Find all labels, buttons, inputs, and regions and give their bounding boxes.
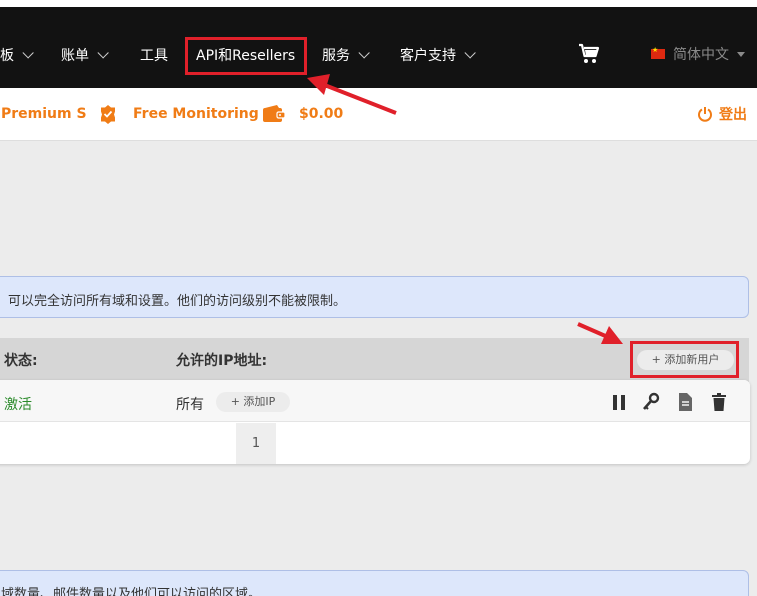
account-subbar: Premium S Free Monitoring $0.00 登出: [0, 88, 757, 141]
logout-label: 登出: [719, 107, 747, 123]
column-header-ip: 允许的IP地址:: [176, 353, 268, 369]
cart-icon[interactable]: [577, 42, 601, 66]
info-alert-bottom: 域数量、邮件数量以及他们可以访问的区域。: [0, 570, 749, 596]
plan-link[interactable]: Premium S: [1, 106, 87, 122]
balance-value[interactable]: $0.00: [299, 106, 343, 122]
language-selector[interactable]: 简体中文: [651, 44, 745, 64]
table-row: 激活 所有 + 添加IP: [0, 380, 750, 422]
main-navbar: 板 账单 工具 API和Resellers 服务 客户支持 简体中文: [0, 7, 757, 88]
logout-button[interactable]: 登出: [697, 104, 747, 124]
pause-icon[interactable]: [610, 392, 628, 412]
highlight-box-add-user: [630, 341, 739, 378]
nav-item-label: 客户支持: [400, 48, 456, 64]
chevron-down-icon: [358, 47, 370, 59]
info-text: 域数量、邮件数量以及他们可以访问的区域。: [1, 587, 262, 596]
key-icon[interactable]: [642, 392, 660, 412]
nav-item-services[interactable]: 服务: [322, 45, 370, 65]
power-icon: [698, 107, 712, 122]
column-header-status: 状态:: [4, 353, 38, 369]
top-strip: [0, 0, 757, 7]
add-ip-button[interactable]: + 添加IP: [216, 392, 290, 412]
nav-item-label: 板: [0, 48, 14, 64]
nav-item-label: 服务: [322, 48, 350, 64]
language-label: 简体中文: [673, 47, 729, 63]
status-badge: 激活: [4, 397, 32, 413]
wallet-icon: [263, 105, 286, 122]
chevron-down-icon: [22, 47, 34, 59]
china-flag-icon: [651, 46, 665, 59]
document-icon[interactable]: [676, 392, 694, 412]
caret-down-icon: [737, 51, 745, 57]
chevron-down-icon: [464, 47, 476, 59]
info-text: 可以完全访问所有域和设置。他们的访问级别不能被限制。: [8, 294, 347, 309]
nav-item-label: 工具: [140, 48, 168, 64]
trash-icon[interactable]: [710, 392, 728, 412]
nav-item-tools[interactable]: 工具: [140, 45, 168, 65]
nav-item-support[interactable]: 客户支持: [400, 45, 476, 65]
allowed-ip-value: 所有: [176, 397, 204, 413]
monitoring-link[interactable]: Free Monitoring: [133, 106, 259, 122]
nav-item-dashboard[interactable]: 板: [0, 45, 34, 65]
highlight-box-api: [185, 37, 307, 75]
info-alert-top: 可以完全访问所有域和设置。他们的访问级别不能被限制。: [0, 276, 749, 318]
pagination-page[interactable]: 1: [236, 423, 276, 464]
badge-check-icon: [101, 105, 115, 124]
nav-item-billing[interactable]: 账单: [61, 45, 109, 65]
nav-item-label: 账单: [61, 48, 89, 64]
user-table-card: 激活 所有 + 添加IP 1: [0, 380, 750, 464]
chevron-down-icon: [97, 47, 109, 59]
